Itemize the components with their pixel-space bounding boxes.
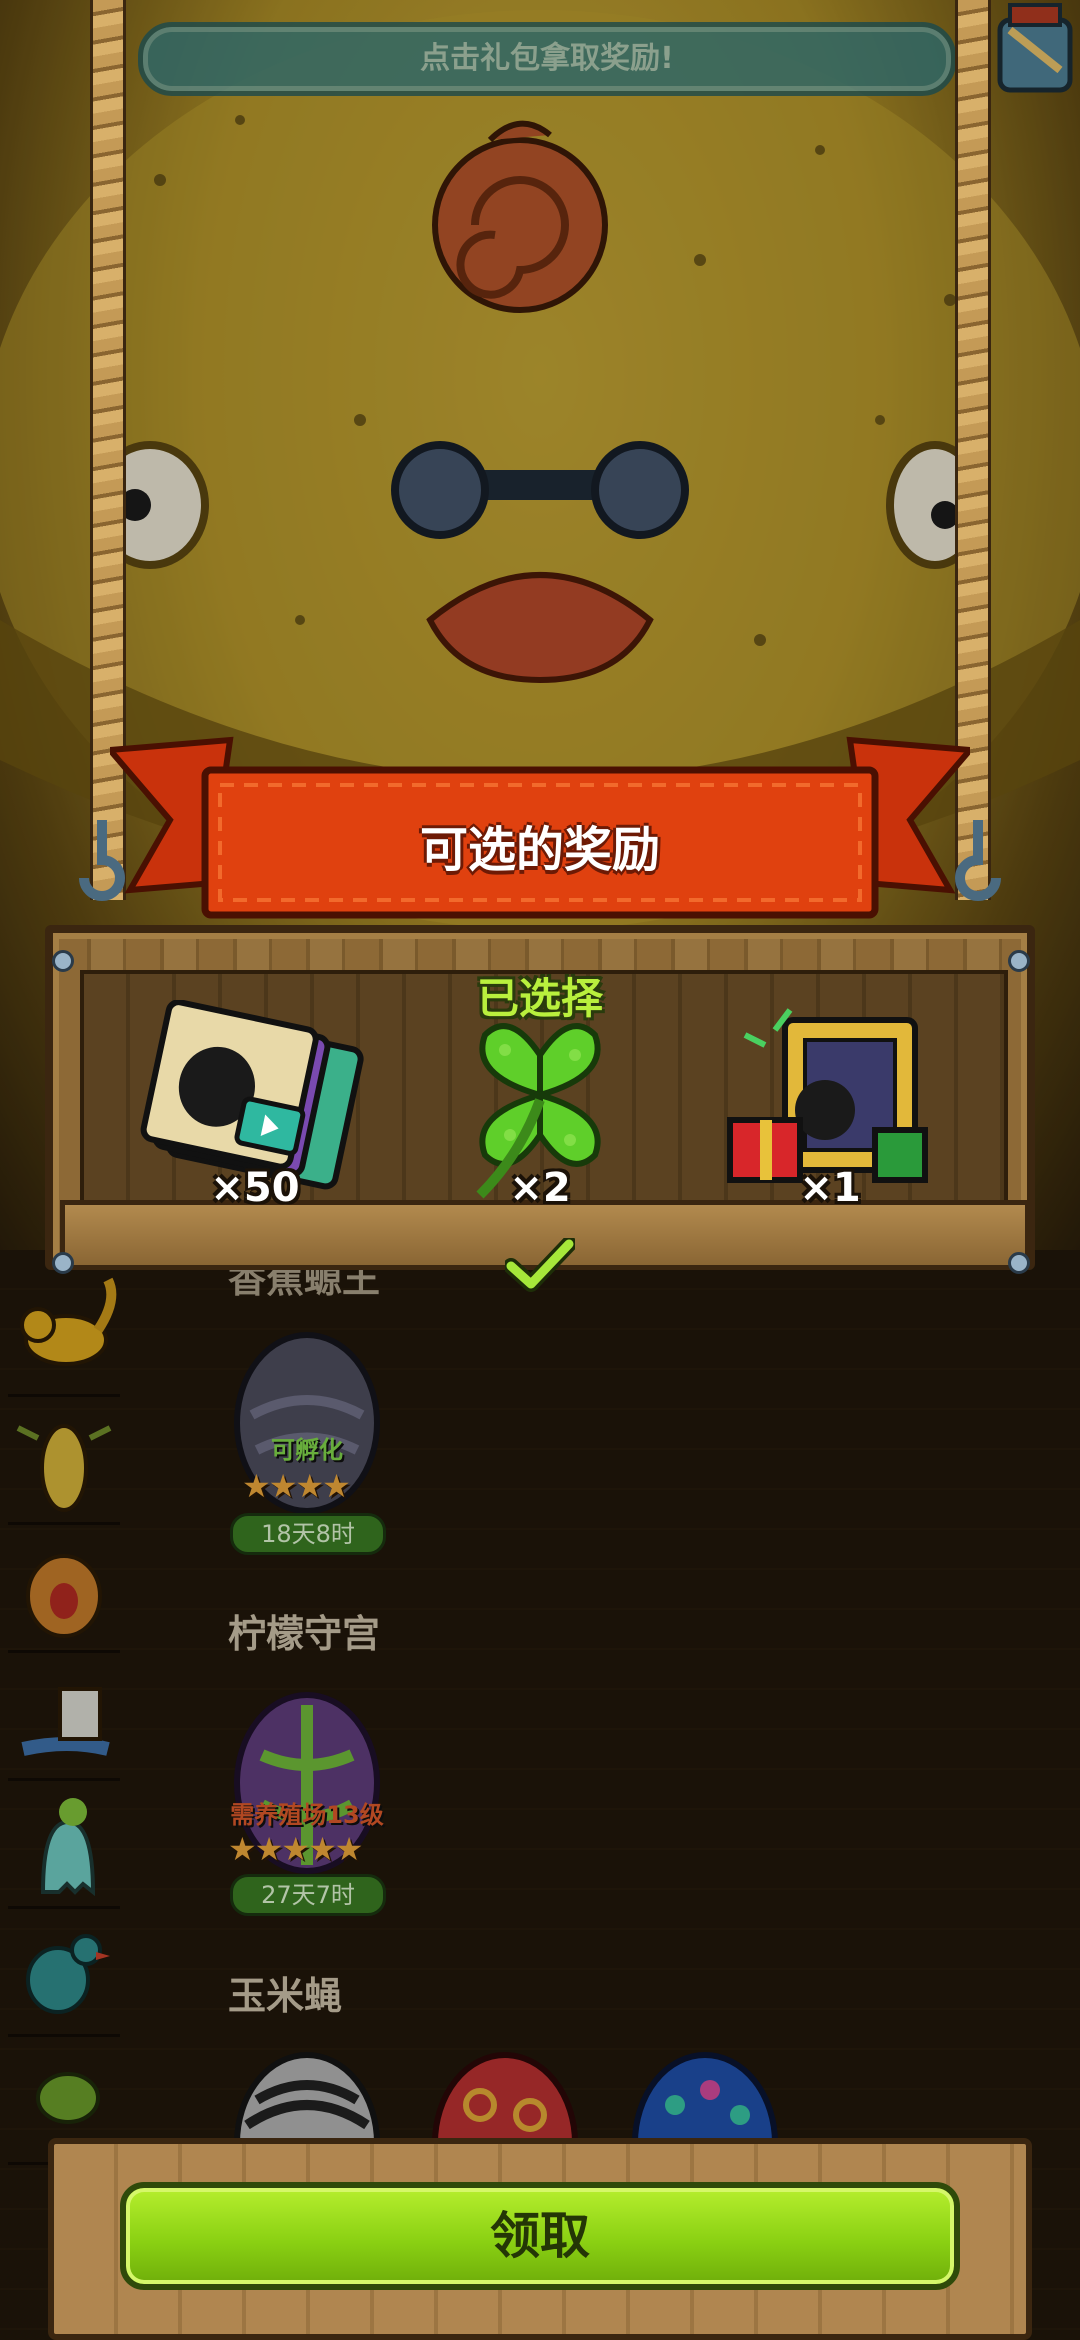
teal-bird-icon	[26, 1934, 110, 2014]
egg-rarity-stars: ★★★★	[242, 1467, 351, 1505]
egg-timer: 18天8时	[230, 1513, 386, 1555]
reward-count: ×50	[210, 1165, 300, 1211]
bolt	[52, 950, 74, 972]
hint-bar: 点击礼包拿取奖励!	[138, 22, 956, 96]
egg-rarity-stars: ★★★★★	[228, 1830, 363, 1868]
sidebar-creature-slot[interactable]	[8, 1526, 120, 1653]
orange-monster-icon	[26, 1554, 102, 1638]
bolt	[52, 1252, 74, 1274]
sidebar-creature-slot[interactable]	[8, 1270, 120, 1397]
bolt	[1008, 1252, 1030, 1274]
reward-count: ×2	[509, 1165, 571, 1211]
section-title-lemon-gecko: 柠檬守宫	[228, 1612, 381, 1656]
reward-count: ×1	[799, 1165, 861, 1211]
sidebar-creature-slot[interactable]	[8, 1782, 120, 1909]
sidebar-creature-slot[interactable]	[8, 1398, 120, 1525]
bolt	[1008, 950, 1030, 972]
egg-status-requirement: 需养殖场13级	[230, 1801, 384, 1829]
claim-button[interactable]: 领取	[120, 2182, 960, 2290]
creature-sidebar	[0, 1270, 128, 2170]
egg-timer: 27天7时	[230, 1874, 386, 1916]
ghost-sprout-icon	[40, 1798, 96, 1897]
selected-check-icon	[505, 1238, 575, 1292]
corner-egg-icon[interactable]	[990, 0, 1080, 95]
sidebar-creature-slot[interactable]	[8, 1910, 120, 2037]
corn-bug-icon	[16, 1424, 112, 1512]
yellow-lizard-icon	[20, 1277, 117, 1366]
panel-title: 可选的奖励	[419, 822, 660, 878]
egg-status-hatchable: 可孵化	[271, 1436, 343, 1464]
blue-snail-icon	[21, 1687, 110, 1756]
section-title-corn-fly: 玉米蝇	[228, 1974, 343, 2018]
sidebar-creature-slot[interactable]	[8, 1654, 120, 1781]
